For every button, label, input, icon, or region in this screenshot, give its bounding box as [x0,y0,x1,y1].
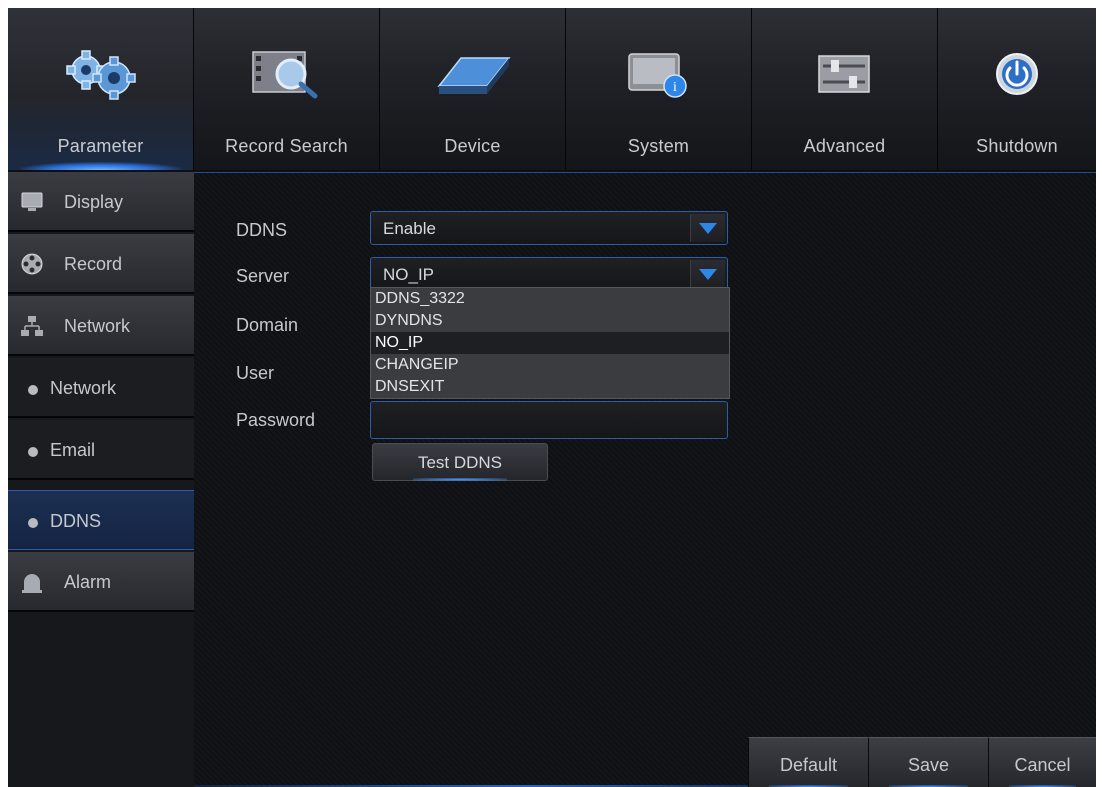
server-select[interactable]: NO_IP [370,257,728,291]
sidebar-item-label: Alarm [64,572,112,592]
svg-text:i: i [673,80,677,95]
sidebar-item-label: Network [64,316,131,336]
tab-shutdown[interactable]: Shutdown [938,8,1096,170]
top-nav: Parameter Record Search Device i System … [8,8,1096,170]
default-label: Default [779,755,838,775]
network-icon [21,316,43,336]
tab-label: Advanced [803,136,886,156]
sidebar-item-label: Display [64,192,124,212]
sidebar: Display Record Network Network Email DDN… [8,172,194,787]
film-reel-icon [21,253,43,275]
user-label: User [236,363,275,383]
server-option[interactable]: DYNDNS [371,310,729,332]
ddns-value: Enable [383,219,436,238]
default-button[interactable]: Default [748,737,868,787]
sidebar-item-display[interactable]: Display [8,172,194,232]
chevron-down-icon [699,223,717,234]
domain-label: Domain [236,315,299,335]
ddns-settings-panel: DDNS Enable Server NO_IP Domain User Pas… [194,172,1096,787]
server-options-list: DDNS_3322 DYNDNS NO_IP CHANGEIP DNSEXIT [370,287,730,399]
server-label: Server [236,266,290,286]
film-search-icon [194,44,379,104]
tab-system[interactable]: i System [566,8,752,170]
password-label: Password [236,410,316,430]
save-label: Save [907,755,950,775]
sidebar-item-record[interactable]: Record [8,234,194,294]
tab-device[interactable]: Device [380,8,566,170]
sidebar-item-label: Network [50,378,117,398]
dvr-settings-window: Parameter Record Search Device i System … [8,8,1096,787]
bullet-icon [28,385,38,395]
bullet-icon [28,447,38,457]
sidebar-item-label: DDNS [50,511,102,531]
gears-icon [8,44,193,104]
cancel-button[interactable]: Cancel [988,737,1096,787]
tab-record-search[interactable]: Record Search [194,8,380,170]
ddns-select[interactable]: Enable [370,211,728,245]
alarm-bell-icon [22,574,42,593]
ddns-dropdown-button[interactable] [690,214,725,242]
server-option[interactable]: CHANGEIP [371,354,729,376]
sidebar-subitem-email[interactable]: Email [8,420,194,480]
tab-label: System [627,136,690,156]
cancel-label: Cancel [1014,755,1071,775]
sidebar-subitem-ddns[interactable]: DDNS [8,490,194,550]
button-glow [413,478,507,481]
footer-actions: Default Save Cancel [748,737,1096,787]
tab-label: Shutdown [976,136,1058,156]
server-value: NO_IP [383,265,435,284]
tab-label: Record Search [225,136,348,156]
monitor-info-icon: i [566,44,751,104]
tab-advanced[interactable]: Advanced [752,8,938,170]
tab-label: Parameter [57,136,144,156]
power-icon [938,44,1096,104]
server-option[interactable]: DDNS_3322 [371,288,729,310]
test-ddns-label: Test DDNS [417,453,503,472]
tab-label: Device [444,136,501,156]
chevron-down-icon [699,269,717,280]
save-button[interactable]: Save [868,737,988,787]
server-option[interactable]: DNSEXIT [371,376,729,398]
sidebar-item-network[interactable]: Network [8,296,194,356]
active-tab-glow [20,162,181,170]
sidebar-item-alarm[interactable]: Alarm [8,552,194,612]
hard-drive-icon [380,44,565,104]
ddns-label: DDNS [236,220,288,240]
server-option-selected[interactable]: NO_IP [371,332,729,354]
sidebar-item-label: Email [50,440,96,460]
monitor-icon [21,192,43,211]
sliders-icon [752,44,937,104]
server-dropdown-button[interactable] [690,260,725,288]
sidebar-subitem-network[interactable]: Network [8,358,194,418]
tab-parameter[interactable]: Parameter [8,8,194,170]
sidebar-item-label: Record [64,254,123,274]
test-ddns-button[interactable]: Test DDNS [372,443,548,481]
bullet-icon [28,518,38,528]
password-field[interactable] [370,401,728,439]
